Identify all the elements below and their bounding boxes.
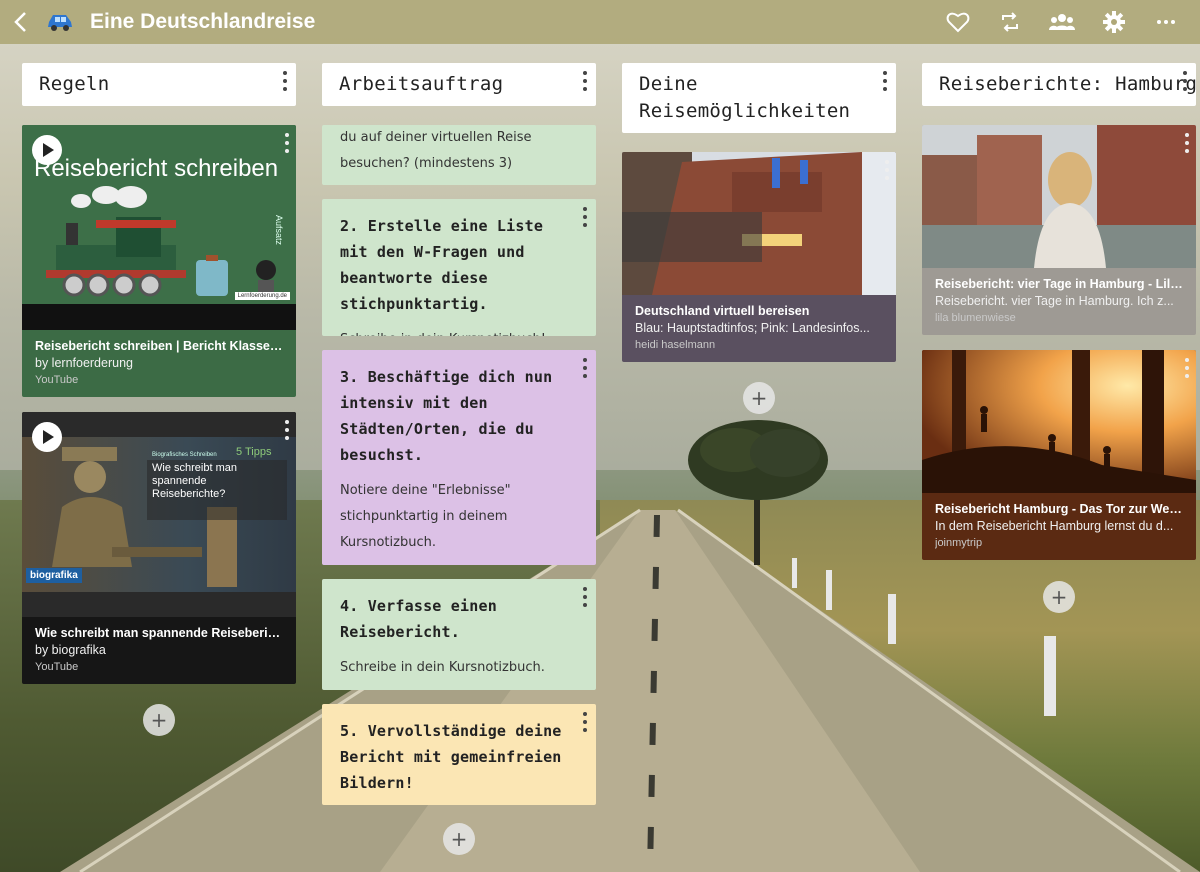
car-icon xyxy=(40,0,80,44)
card-body: Notiere deine "Erlebnisse" stichpunktart… xyxy=(340,483,511,550)
thumbnail-logo: biografika xyxy=(26,568,82,583)
thumbnail-title: Reisebericht schreiben xyxy=(34,155,279,182)
add-post-button[interactable]: + xyxy=(1043,581,1075,613)
card-menu-icon[interactable] xyxy=(284,420,290,440)
card-source: YouTube xyxy=(35,661,79,673)
column-title: Arbeitsauftrag xyxy=(339,73,504,95)
link-thumbnail xyxy=(922,125,1196,268)
video-card[interactable]: Biografisches Schreiben 5 Tipps Wie schr… xyxy=(22,412,296,684)
gear-icon[interactable] xyxy=(1088,0,1140,44)
column-reiseberichte-hamburg: Reiseberichte: Hamburg xyxy=(922,63,1198,106)
link-card[interactable]: Reisebericht: vier Tage in Hamburg - Lil… xyxy=(922,125,1196,335)
column-header: Arbeitsauftrag xyxy=(322,63,596,106)
column-regeln: Regeln xyxy=(22,63,296,106)
column-title: Reiseberichte: Hamburg xyxy=(939,73,1198,95)
board-title: Eine Deutschlandreise xyxy=(90,10,316,33)
column-arbeitsauftrag: Arbeitsauftrag xyxy=(322,63,596,106)
card-source: YouTube xyxy=(35,374,79,386)
column-title: Regeln xyxy=(39,73,110,95)
column-header: Deine Reisemöglichkeiten xyxy=(622,63,896,133)
card-author: lila blumenwiese xyxy=(935,312,1016,324)
text-card[interactable]: 5. Vervollständige deine Bericht mit gem… xyxy=(322,704,596,805)
card-heading: 5. Vervollständige deine Bericht mit gem… xyxy=(340,722,562,792)
video-card[interactable]: Reisebericht schreiben Aufsatz Lernfoerd… xyxy=(22,125,296,397)
column-menu-icon[interactable] xyxy=(1182,71,1188,91)
card-menu-icon[interactable] xyxy=(582,207,588,227)
card-title: Wie schreibt man spannende Reiseberic... xyxy=(35,626,283,640)
text-card[interactable]: 2. Erstelle eine Liste mit den W-Fragen … xyxy=(322,199,596,336)
card-menu-icon[interactable] xyxy=(582,587,588,607)
train-illustration xyxy=(46,186,276,298)
text-card[interactable]: 4. Verfasse einen Reisebericht. Schreibe… xyxy=(322,579,596,690)
link-thumbnail xyxy=(622,152,896,295)
card-description: In dem Reisebericht Hamburg lernst du d.… xyxy=(935,519,1174,533)
forest-sunset-photo xyxy=(922,350,1196,493)
link-card[interactable]: Reisebericht Hamburg - Das Tor zur Welt.… xyxy=(922,350,1196,560)
thumbnail-site-label: Lernfoerderung.de xyxy=(234,292,290,300)
thumbnail-kicker: Biografisches Schreiben xyxy=(152,452,217,458)
play-icon[interactable] xyxy=(32,422,62,452)
card-title: Reisebericht Hamburg - Das Tor zur Welt.… xyxy=(935,502,1183,516)
thumbnail-side-label: Aufsatz xyxy=(273,214,284,246)
card-heading: 3. Beschäftige dich nun intensiv mit den… xyxy=(340,368,553,464)
column-menu-icon[interactable] xyxy=(282,71,288,91)
column-header: Regeln xyxy=(22,63,296,106)
card-title: Deutschland virtuell bereisen xyxy=(635,304,810,318)
card-menu-icon[interactable] xyxy=(284,133,290,153)
column-reisemoeglichkeiten: Deine Reisemöglichkeiten xyxy=(622,63,896,133)
card-body: du auf deiner virtuellen Reise besuchen?… xyxy=(340,130,532,171)
text-card[interactable]: 3. Beschäftige dich nun intensiv mit den… xyxy=(322,350,596,565)
card-author: by biografika xyxy=(35,643,106,657)
column-title: Deine Reisemöglichkeiten xyxy=(639,73,851,122)
video-thumbnail: Reisebericht schreiben Aufsatz Lernfoerd… xyxy=(22,125,296,330)
add-post-button[interactable]: + xyxy=(143,704,175,736)
card-description: Blau: Hauptstadtinfos; Pink: Landesinfos… xyxy=(635,321,870,335)
link-card[interactable]: Deutschland virtuell bereisen Blau: Haup… xyxy=(622,152,896,362)
card-menu-icon[interactable] xyxy=(582,358,588,378)
more-icon[interactable] xyxy=(1140,0,1192,44)
repeat-icon[interactable] xyxy=(984,0,1036,44)
card-heading: 2. Erstelle eine Liste mit den W-Fragen … xyxy=(340,217,544,313)
column-menu-icon[interactable] xyxy=(882,71,888,91)
video-thumbnail: Biografisches Schreiben 5 Tipps Wie schr… xyxy=(22,412,296,617)
card-title: Reisebericht: vier Tage in Hamburg - Lil… xyxy=(935,277,1183,291)
heart-icon[interactable] xyxy=(932,0,984,44)
card-title: Reisebericht schreiben | Bericht Klassen… xyxy=(35,339,283,353)
card-heading: 4. Verfasse einen Reisebericht. xyxy=(340,597,497,641)
card-body: Schreibe in dein Kursnotizbuch! xyxy=(340,327,578,336)
add-post-button[interactable]: + xyxy=(443,823,475,855)
card-menu-icon[interactable] xyxy=(1184,358,1190,378)
card-author: heidi haselmann xyxy=(635,339,716,351)
thumbnail-question: Wie schreibt man spannende Reiseberichte… xyxy=(152,462,237,500)
link-thumbnail xyxy=(922,350,1196,493)
card-description: Reisebericht. vier Tage in Hamburg. Ich … xyxy=(935,294,1174,308)
card-menu-icon[interactable] xyxy=(582,712,588,732)
card-body: Schreibe in dein Kursnotizbuch. xyxy=(340,660,545,675)
add-post-button[interactable]: + xyxy=(743,382,775,414)
top-bar: Eine Deutschlandreise xyxy=(0,0,1200,44)
card-author: joinmytrip xyxy=(935,537,983,549)
group-icon[interactable] xyxy=(1036,0,1088,44)
card-menu-icon[interactable] xyxy=(884,160,890,180)
column-menu-icon[interactable] xyxy=(582,71,588,91)
thumbnail-tips: 5 Tipps xyxy=(236,446,272,458)
chevron-left-icon[interactable] xyxy=(0,0,40,44)
play-icon[interactable] xyxy=(32,135,62,165)
card-menu-icon[interactable] xyxy=(1184,133,1190,153)
card-author: by lernfoerderung xyxy=(35,356,133,370)
hamburg-photo xyxy=(922,125,1196,268)
column-header: Reiseberichte: Hamburg xyxy=(922,63,1198,106)
text-card[interactable]: du auf deiner virtuellen Reise besuchen?… xyxy=(322,125,596,185)
building-photo xyxy=(622,152,896,295)
